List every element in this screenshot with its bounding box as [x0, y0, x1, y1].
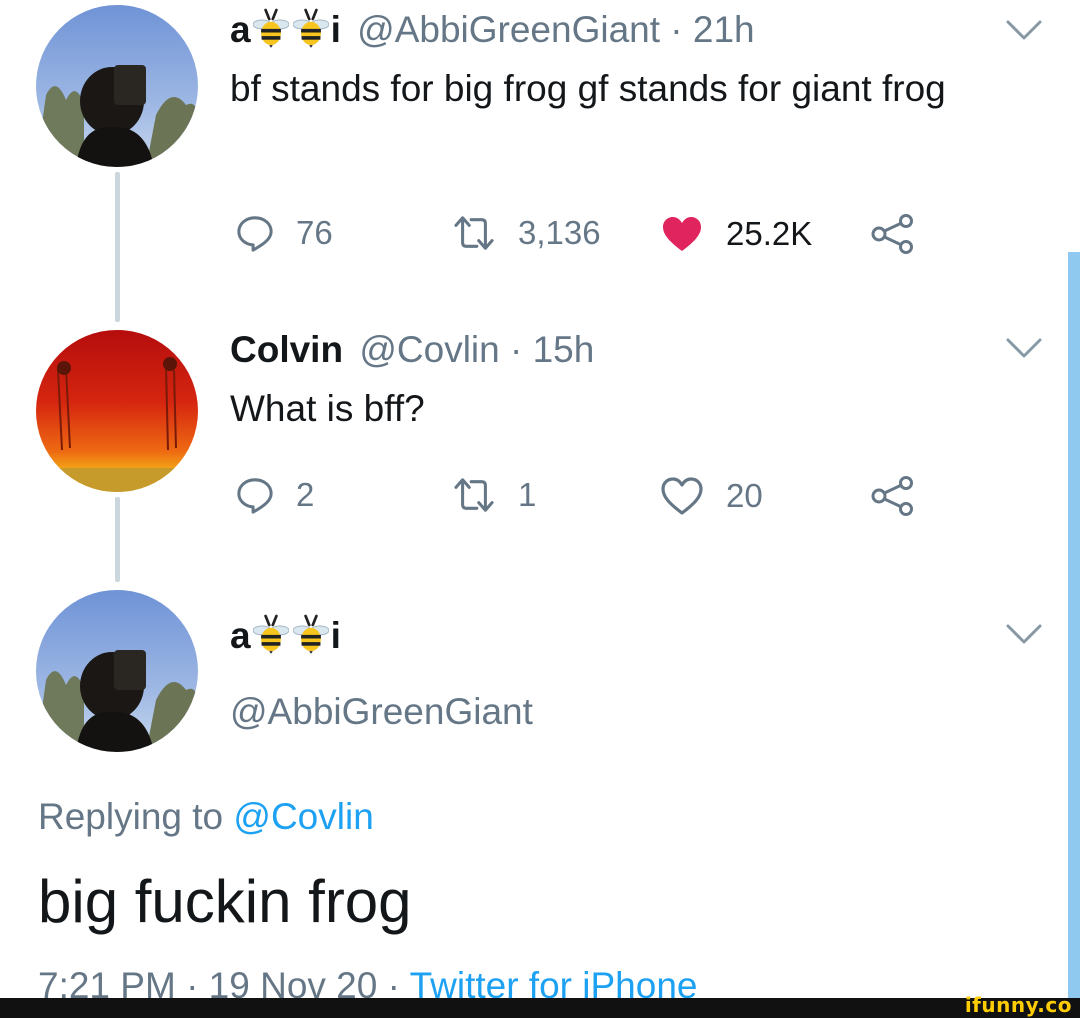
reply-icon — [236, 214, 274, 252]
like-button[interactable]: 25.2K — [660, 214, 812, 254]
tweet-text: bf stands for big frog gf stands for gia… — [230, 68, 946, 109]
retweet-icon — [452, 214, 496, 252]
share-icon — [870, 476, 916, 516]
name-prefix: a — [230, 615, 251, 656]
like-button[interactable]: 20 — [660, 476, 763, 516]
like-count: 20 — [726, 477, 763, 514]
thread-line — [115, 172, 120, 322]
display-name[interactable]: ai — [230, 615, 341, 656]
tweet-text: big fuckin frog — [38, 868, 412, 935]
thread-line — [115, 497, 120, 582]
display-name[interactable]: ai — [230, 9, 341, 50]
chevron-down-icon[interactable] — [1004, 336, 1044, 360]
tweet-header: Colvin @Covlin · 15h — [230, 328, 594, 372]
bee-emoji-icon — [253, 8, 289, 48]
retweet-icon — [452, 476, 496, 514]
avatar[interactable] — [36, 330, 198, 492]
retweet-button[interactable]: 3,136 — [452, 214, 601, 252]
watermark-bar: ifunny.co — [0, 993, 1080, 1018]
name-suffix: i — [330, 615, 341, 656]
display-name[interactable]: Colvin — [230, 329, 343, 370]
reply-count: 76 — [296, 214, 333, 251]
reply-icon — [236, 476, 274, 514]
name-suffix: i — [330, 9, 341, 50]
replying-label: Replying to — [38, 796, 224, 837]
chevron-down-icon[interactable] — [1004, 622, 1044, 646]
share-button[interactable] — [870, 214, 938, 254]
scrollbar[interactable] — [1068, 252, 1080, 998]
like-icon — [660, 476, 704, 516]
share-button[interactable] — [870, 476, 938, 516]
tweet-text: What is bff? — [230, 388, 425, 429]
avatar[interactable] — [36, 5, 198, 167]
reply-button[interactable]: 76 — [236, 214, 333, 252]
bee-emoji-icon — [253, 614, 289, 654]
tweet-header: ai — [230, 614, 341, 658]
handle[interactable]: @AbbiGreenGiant — [230, 688, 533, 736]
replying-handle-link[interactable]: @Covlin — [233, 796, 373, 837]
reply-button[interactable]: 2 — [236, 476, 314, 514]
bee-emoji-icon — [293, 614, 329, 654]
like-count: 25.2K — [726, 215, 813, 252]
chevron-down-icon[interactable] — [1004, 18, 1044, 42]
bee-emoji-icon — [293, 8, 329, 48]
reply-count: 2 — [296, 476, 315, 513]
share-icon — [870, 214, 916, 254]
replying-to: Replying to @Covlin — [38, 793, 374, 841]
handle-time[interactable]: @Covlin · 15h — [359, 329, 594, 370]
retweet-button[interactable]: 1 — [452, 476, 536, 514]
tweet-header: ai @AbbiGreenGiant · 21h — [230, 8, 755, 52]
name-prefix: a — [230, 9, 251, 50]
retweet-count: 3,136 — [518, 214, 601, 251]
like-icon — [660, 214, 704, 254]
retweet-count: 1 — [518, 476, 537, 513]
avatar[interactable] — [36, 590, 198, 752]
handle-time[interactable]: @AbbiGreenGiant · 21h — [357, 9, 755, 50]
watermark: ifunny.co — [964, 993, 1072, 1017]
